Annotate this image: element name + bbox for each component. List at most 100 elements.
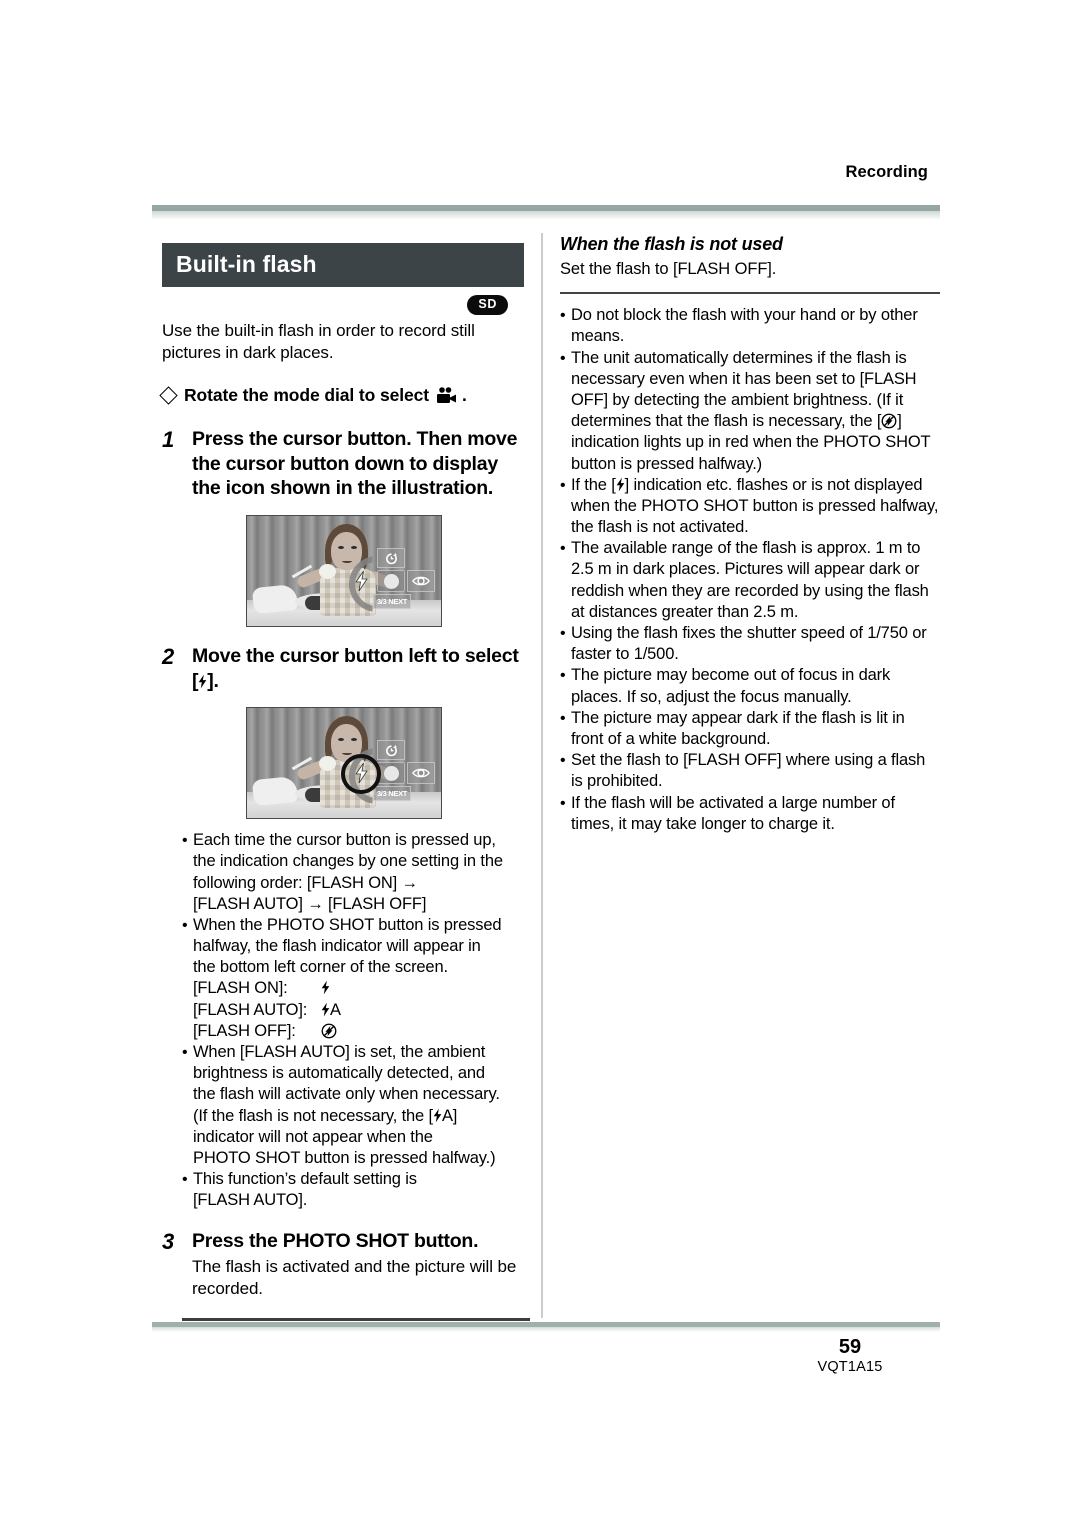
sd-badge-row: SD: [162, 287, 528, 318]
line: the indication changes by one setting in…: [193, 852, 503, 871]
step-1: 1 Press the cursor button. Then move the…: [162, 427, 528, 501]
list-item: • The unit automatically determines if t…: [560, 348, 940, 475]
line: indicator will not appear when the: [193, 1127, 433, 1146]
list-item: • If the flash will be activated a large…: [560, 793, 940, 835]
step-2: 2 Move the cursor button left to select …: [162, 644, 528, 693]
line-text: (If the flash is not necessary, the [: [193, 1106, 433, 1125]
list-item-text-before: The unit automatically determines if the…: [571, 348, 917, 431]
list-item: • The available range of the flash is ap…: [560, 538, 940, 623]
indicator-row-flash-on: [FLASH ON]:: [193, 978, 530, 999]
line: the flash will activate only when necess…: [193, 1085, 500, 1104]
preparation-text: Rotate the mode dial to select .: [184, 385, 467, 410]
flash-off-icon: [881, 413, 897, 429]
list-item-text: Using the flash fixes the shutter speed …: [571, 624, 927, 664]
list-item-text: If the flash will be activated a large n…: [571, 793, 895, 833]
step-3-text: Press the PHOTO SHOT button.: [192, 1229, 479, 1252]
bullet-dot-icon: •: [182, 916, 188, 934]
flash-selection-highlight-icon: [341, 754, 381, 795]
list-item: • Using the flash fixes the shutter spee…: [560, 623, 940, 665]
bullet-dot-icon: •: [560, 476, 566, 494]
osd-next-text: 3/3 NEXT: [376, 597, 408, 607]
indicator-row-flash-auto: [FLASH AUTO]: A: [193, 1000, 530, 1021]
list-item-text-after: ] indication etc. flashes or is not disp…: [571, 475, 939, 537]
line: Each time the cursor button is pressed u…: [193, 831, 496, 850]
photo-cloth: [251, 775, 299, 807]
step-3: 3 Press the PHOTO SHOT button. The flash…: [162, 1229, 528, 1301]
bullet-dot-icon: •: [560, 794, 566, 812]
section-title-bar: Built-in flash: [162, 243, 524, 288]
step-2-text-before: Move the cursor button left to select [: [192, 645, 519, 692]
step-1-number: 1: [162, 427, 174, 453]
record-button-icon: [377, 762, 405, 785]
bullet-dot-icon: •: [560, 307, 566, 325]
step-3-subtext: The flash is activated and the picture w…: [192, 1257, 517, 1299]
line: PHOTO SHOT button is pressed halfway.): [193, 1148, 496, 1167]
sd-badge: SD: [467, 295, 508, 316]
illustration-1-wrapper: 3/3 NEXT: [246, 515, 528, 628]
line: brightness is automatically detected, an…: [193, 1064, 485, 1083]
line: the bottom left corner of the screen.: [193, 958, 448, 977]
bullet-dot-icon: •: [182, 1171, 188, 1189]
movie-camera-icon: [435, 387, 457, 410]
cursor-button-osd-1: 3/3 NEXT: [347, 548, 435, 620]
bullet-dot-icon: •: [560, 752, 566, 770]
document-code: VQT1A15: [817, 1359, 883, 1375]
list-item: • When [FLASH AUTO] is set, the ambient …: [182, 1042, 530, 1169]
list-item: • The picture may appear dark if the fla…: [560, 708, 940, 750]
list-item: • The picture may become out of focus in…: [560, 665, 940, 707]
illustration-1: 3/3 NEXT: [246, 515, 442, 628]
step-1-text: Press the cursor button. Then move the c…: [192, 428, 518, 500]
line: When [FLASH AUTO] is set, the ambient: [193, 1043, 486, 1062]
list-item: • When the PHOTO SHOT button is pressed …: [182, 915, 530, 1042]
preparation-line: Rotate the mode dial to select .: [159, 385, 528, 410]
list-item-text: Each time the cursor button is pressed u…: [193, 830, 530, 915]
step-3-body: Press the PHOTO SHOT button. The flash i…: [192, 1229, 528, 1301]
line: [FLASH AUTO].: [193, 1191, 308, 1210]
cursor-button-osd-2: 3/3 NEXT: [341, 740, 435, 812]
running-head: Recording: [845, 163, 928, 181]
left-column: Built-in flash SD Use the built-in flash…: [159, 243, 530, 1321]
right-column-divider-rule: [560, 292, 940, 295]
step-2-text-after: ].: [207, 669, 219, 692]
flash-icon: [347, 570, 375, 592]
list-item-text: This function’s default setting is [FLAS…: [193, 1169, 530, 1211]
self-timer-icon: [377, 740, 405, 761]
list-item-text: The picture may appear dark if the flash…: [571, 708, 905, 748]
self-timer-icon: [377, 548, 405, 569]
photo-cloth: [251, 583, 299, 615]
list-item-text-before: If the [: [571, 475, 616, 494]
indicator-label: [FLASH ON]:: [193, 979, 288, 998]
preparation-period: .: [461, 385, 467, 406]
bullet-dot-icon: •: [560, 667, 566, 685]
manual-page: Recording Built-in flash SD Use the buil…: [0, 0, 1080, 1526]
bullet-dot-icon: •: [560, 709, 566, 727]
right-notes-list: • Do not block the flash with your hand …: [560, 305, 940, 835]
flash-on-icon: [616, 477, 624, 492]
line: halfway, the flash indicator will appear…: [193, 937, 481, 956]
osd-next-text: 3/3 NEXT: [376, 789, 408, 799]
list-item-text: The unit automatically determines if the…: [571, 348, 940, 475]
osd-next-label: 3/3 NEXT: [373, 594, 411, 610]
preparation-label: Rotate the mode dial to select: [184, 385, 429, 406]
illustration-2-wrapper: 3/3 NEXT: [246, 707, 528, 820]
osd-next-label: 3/3 NEXT: [373, 786, 411, 802]
indicator-row-flash-off: [FLASH OFF]:: [193, 1021, 530, 1042]
list-item: • Do not block the flash with your hand …: [560, 305, 940, 347]
illustration-2: 3/3 NEXT: [246, 707, 442, 820]
column-divider: [541, 233, 543, 1318]
line-with-icon: (If the flash is not necessary, the [ A]: [193, 1106, 530, 1127]
bullet-dot-icon: •: [560, 625, 566, 643]
right-column: When the flash is not used Set the flash…: [560, 234, 940, 835]
list-item-text: Set the flash to [FLASH OFF] where using…: [571, 751, 926, 791]
flash-on-icon: [321, 978, 330, 999]
list-item-text: Do not block the flash with your hand or…: [571, 306, 918, 346]
flash-off-icon: [321, 1021, 337, 1042]
footer: 59 VQT1A15: [760, 1337, 940, 1378]
indicator-label: [FLASH AUTO]:: [193, 1000, 308, 1019]
line: This function’s default setting is: [193, 1170, 417, 1189]
bullet-dot-icon: •: [560, 540, 566, 558]
list-item-text: When the PHOTO SHOT button is pressed ha…: [193, 915, 530, 1042]
step-3-number: 3: [162, 1228, 174, 1254]
line: following order: [FLASH ON] →: [193, 873, 418, 892]
page-number: 59: [838, 1336, 862, 1358]
